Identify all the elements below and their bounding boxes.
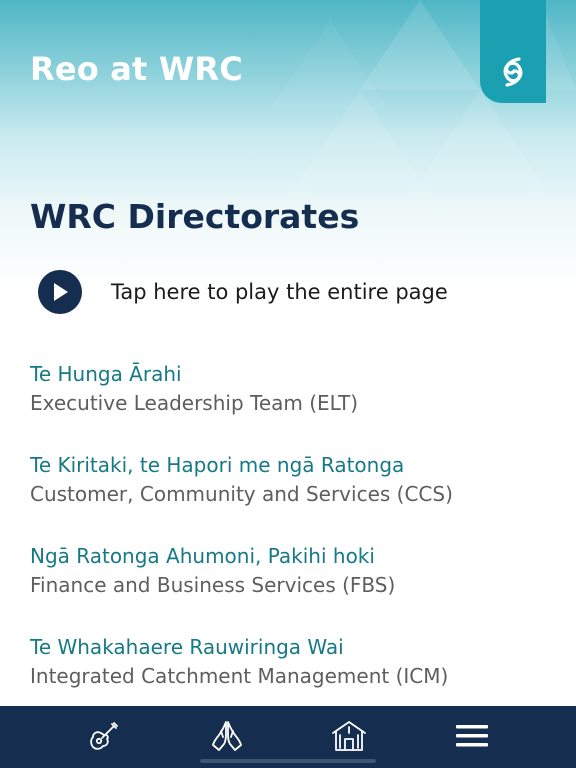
logo-tab[interactable] (480, 0, 546, 103)
tab-marae[interactable] (327, 714, 371, 758)
home-indicator (200, 759, 376, 763)
list-item[interactable]: Te Kiritaki, te Hapori me ngā Ratonga Cu… (30, 451, 550, 542)
play-icon[interactable] (38, 270, 82, 314)
maori-name: Te Whakahaere Rauwiringa Wai (30, 635, 344, 659)
english-name: Integrated Catchment Management (ICM) (30, 664, 449, 688)
english-name: Customer, Community and Services (CCS) (30, 482, 453, 506)
koru-logo-icon (503, 57, 523, 87)
english-name: Finance and Business Services (FBS) (30, 573, 396, 597)
maori-name: Te Kiritaki, te Hapori me ngā Ratonga (30, 453, 405, 477)
list-item[interactable]: Te Hunga Ārahi Executive Leadership Team… (30, 360, 550, 451)
menu-icon (456, 725, 488, 747)
tab-songs[interactable] (82, 714, 126, 758)
list-item[interactable]: Ngā Ratonga Ahumoni, Pakihi hoki Finance… (30, 542, 550, 633)
tab-menu[interactable] (450, 714, 494, 758)
page-title: WRC Directorates (30, 197, 360, 236)
app-title: Reo at WRC (30, 50, 243, 88)
maori-name: Te Hunga Ārahi (30, 362, 182, 386)
bottom-tab-bar (0, 706, 576, 768)
guitar-icon (90, 722, 118, 750)
maori-name: Ngā Ratonga Ahumoni, Pakihi hoki (30, 544, 375, 568)
house-icon (332, 721, 366, 751)
directorate-list: Te Hunga Ārahi Executive Leadership Team… (30, 360, 550, 724)
english-name: Executive Leadership Team (ELT) (30, 391, 359, 415)
play-entire-page-label: Tap here to play the entire page (111, 280, 448, 304)
praying-hands-icon (212, 721, 242, 751)
play-entire-page-button[interactable]: Tap here to play the entire page (38, 270, 558, 314)
tab-karakia[interactable] (205, 714, 249, 758)
